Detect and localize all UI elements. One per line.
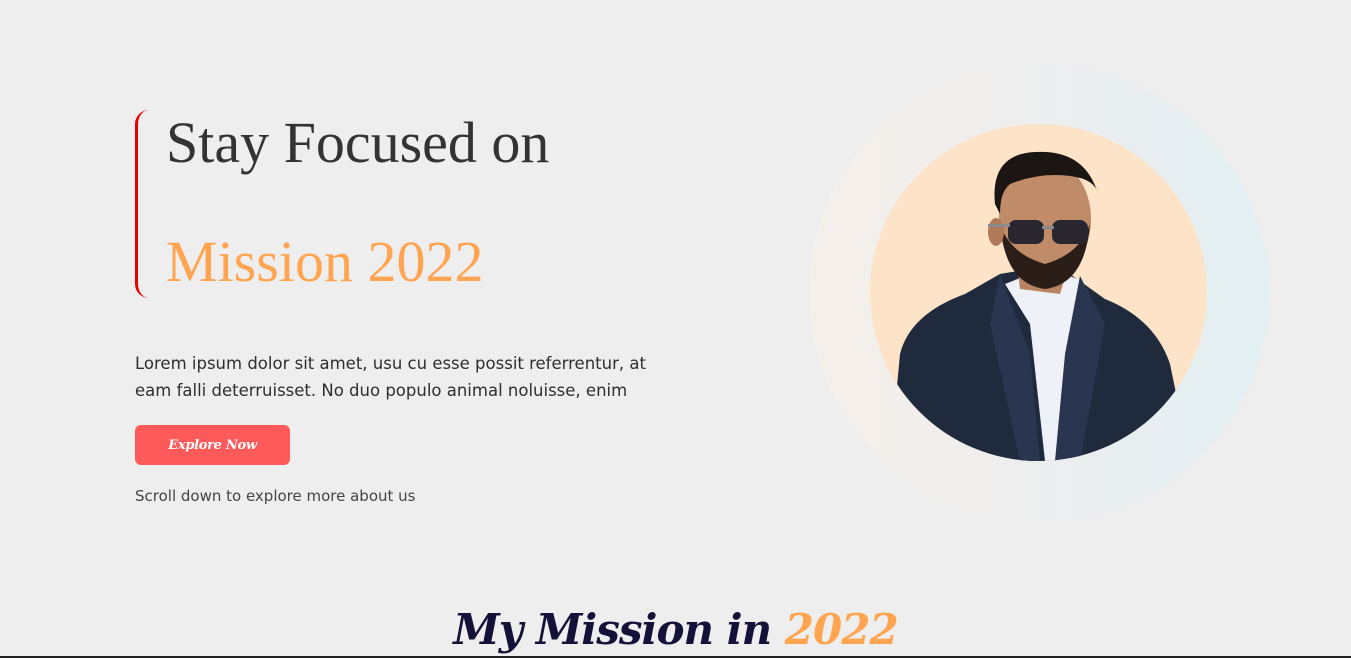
portrait-image	[890, 151, 1190, 461]
mission-title-main: My Mission in	[453, 605, 785, 654]
portrait-wrap	[809, 63, 1269, 523]
hero-heading: Stay Focused on Mission 2022	[135, 108, 695, 298]
hero-text: Stay Focused on Mission 2022 Lorem ipsum…	[135, 105, 695, 505]
portrait-circle	[870, 124, 1207, 461]
heading-line-2: Mission 2022	[166, 229, 484, 294]
heading-bracket-decoration	[135, 110, 149, 298]
explore-now-button[interactable]: Explore Now	[135, 425, 290, 465]
hero-paragraph: Lorem ipsum dolor sit amet, usu cu esse …	[135, 354, 646, 400]
mission-section-title: My Mission in 2022	[0, 600, 1351, 658]
mission-title-accent: 2022	[784, 605, 899, 654]
scroll-hint: Scroll down to explore more about us	[135, 487, 416, 505]
heading-line-1: Stay Focused on	[166, 110, 550, 175]
